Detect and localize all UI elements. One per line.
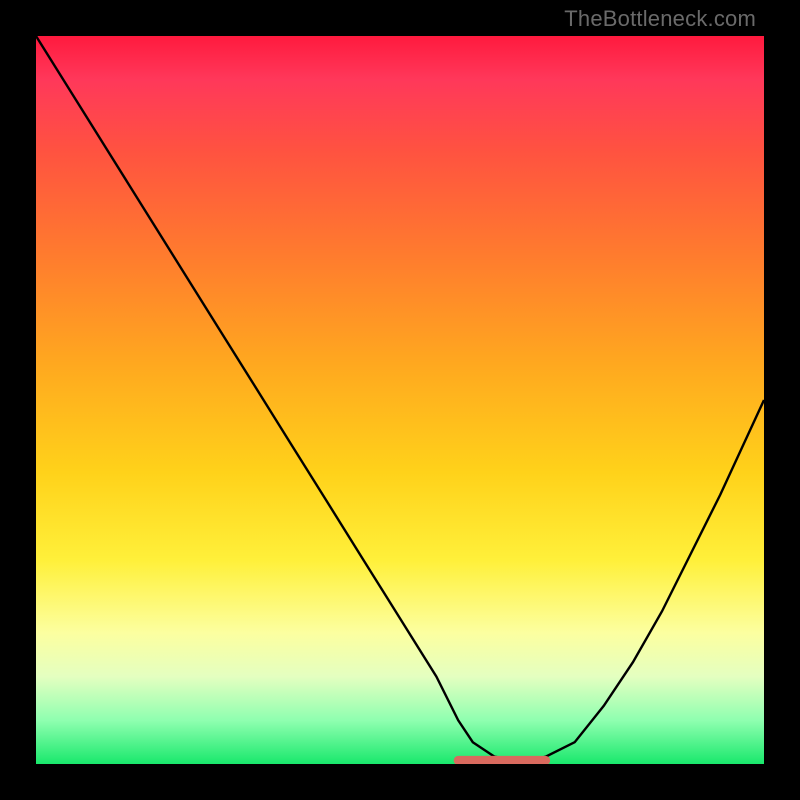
bottleneck-curve <box>36 36 764 760</box>
overlay-svg <box>36 36 764 764</box>
plot-area <box>36 36 764 764</box>
chart-frame: TheBottleneck.com <box>0 0 800 800</box>
watermark-text: TheBottleneck.com <box>564 6 756 32</box>
